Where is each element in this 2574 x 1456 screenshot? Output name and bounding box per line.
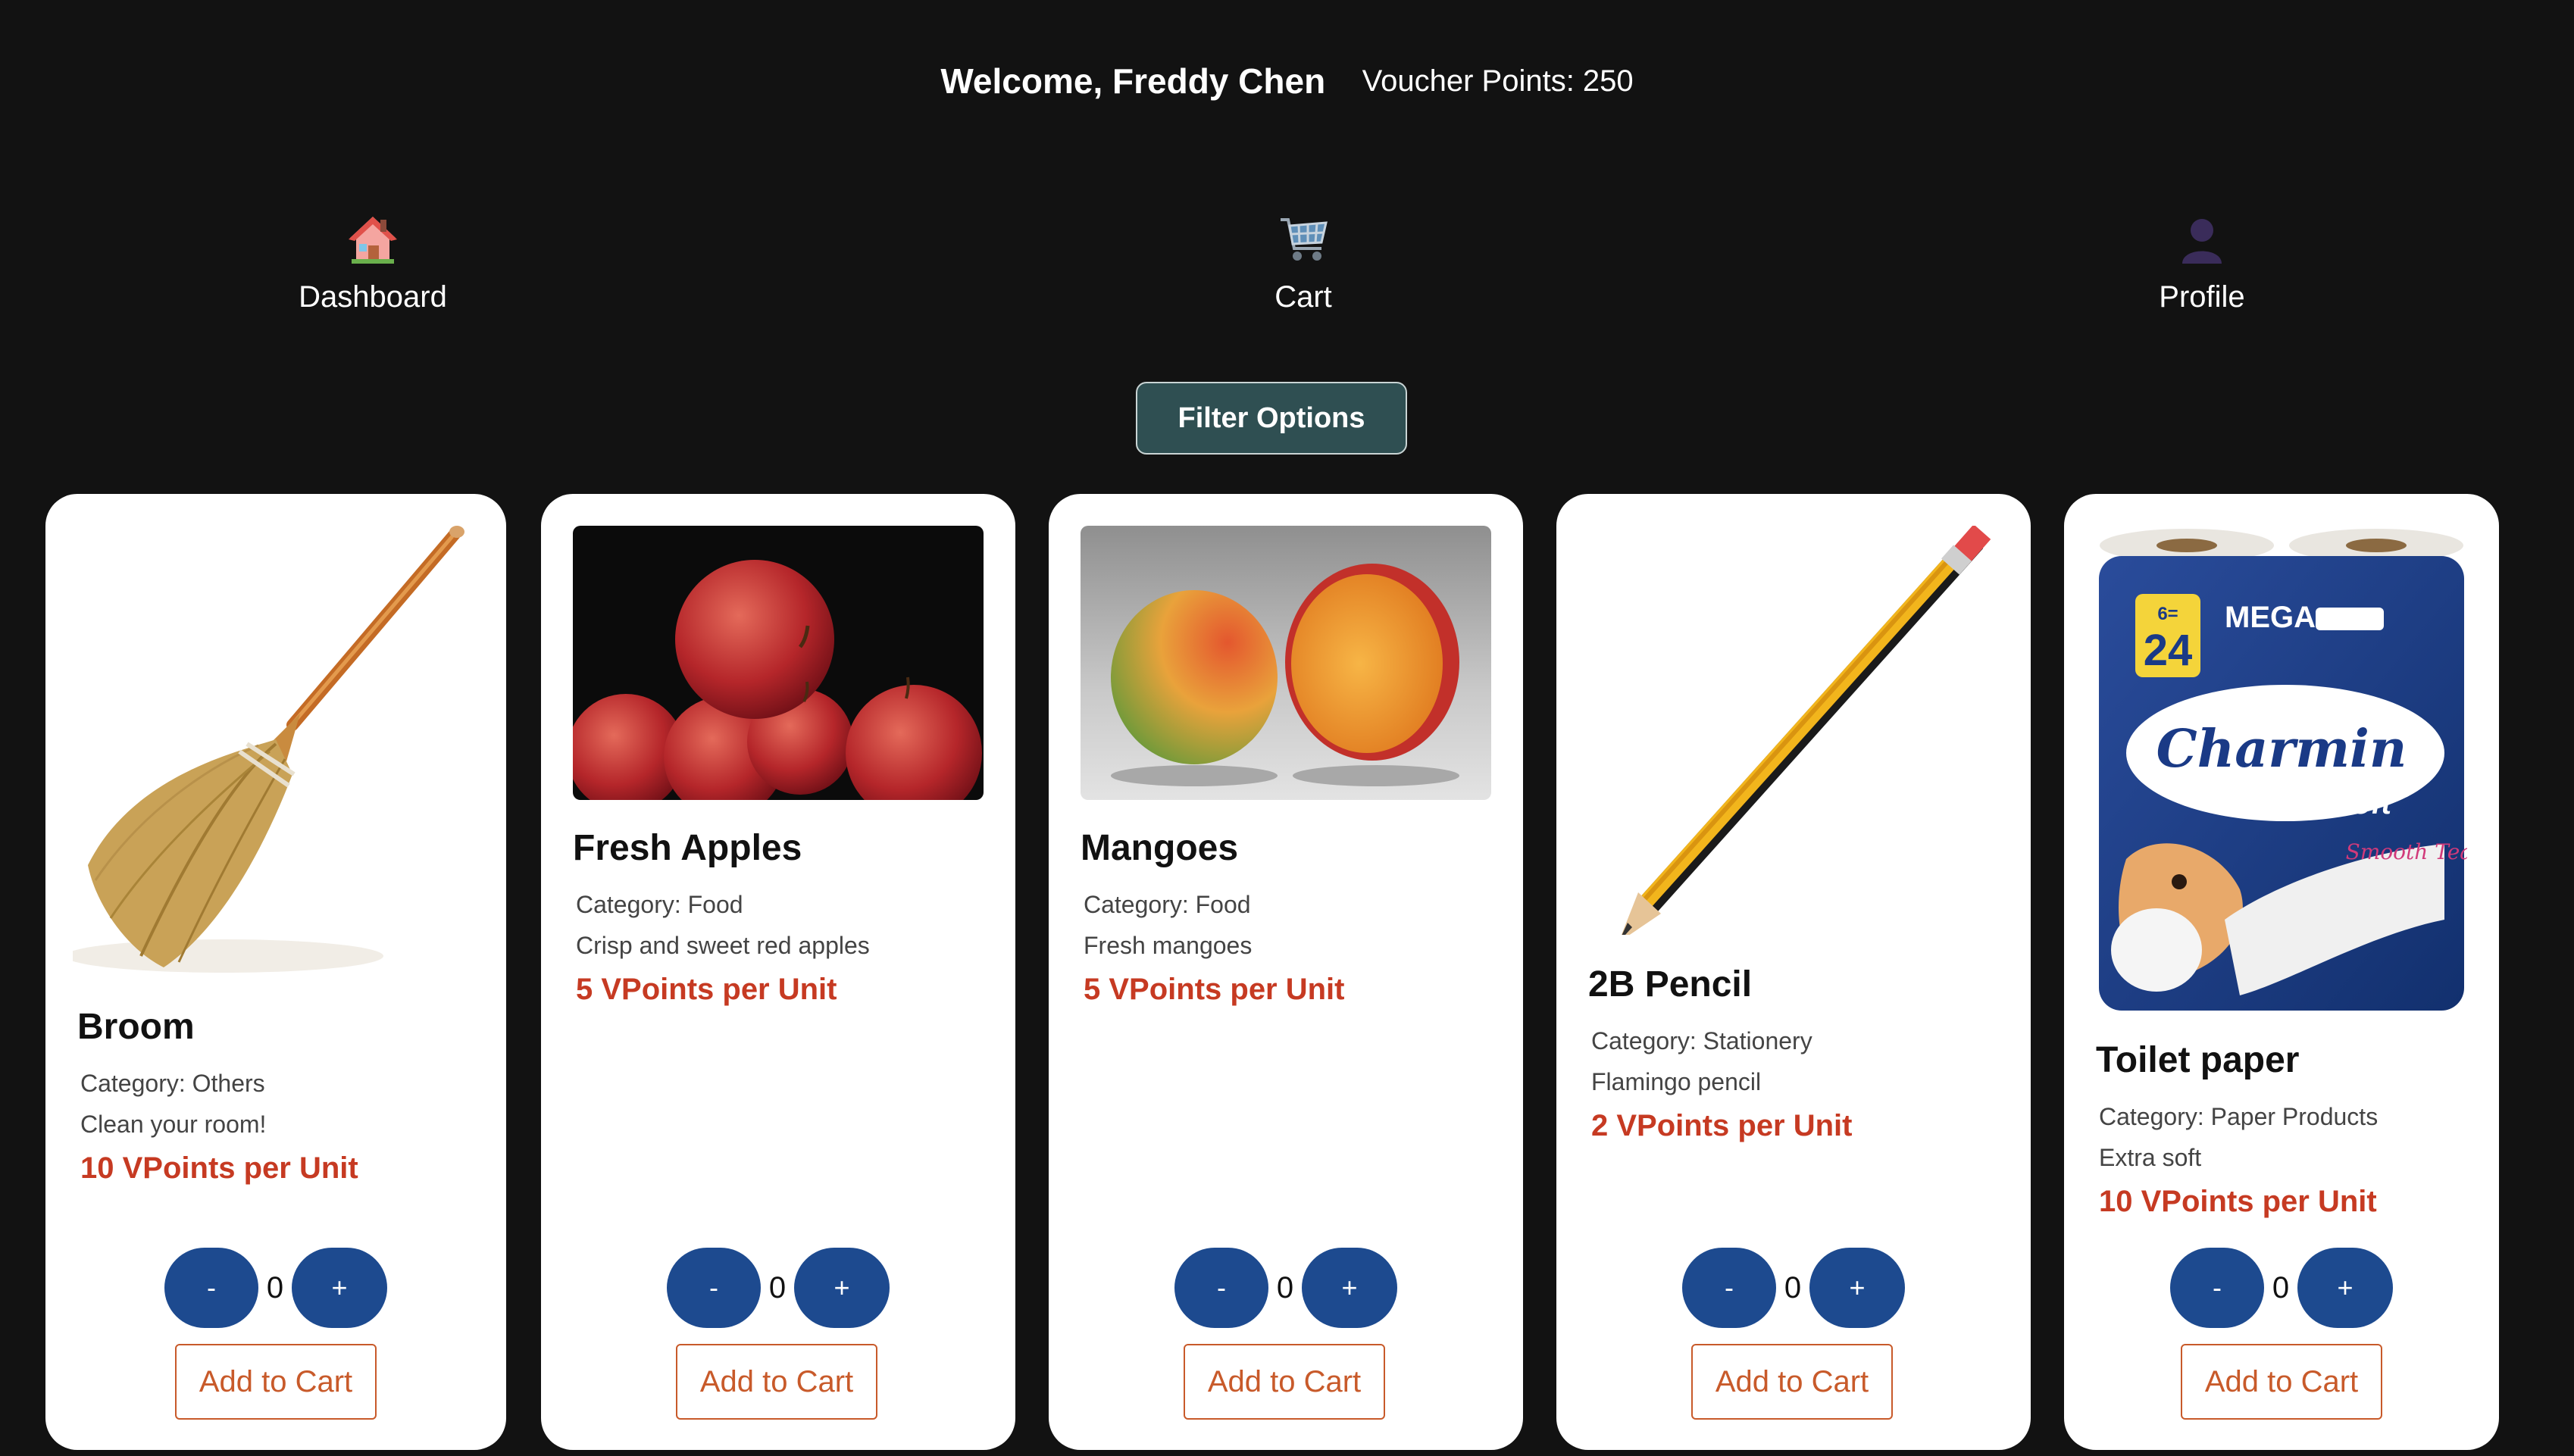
product-description: Fresh mangoes — [1084, 932, 1253, 959]
product-price: 5 VPoints per Unit — [576, 973, 837, 1006]
product-description: Clean your room! — [80, 1111, 267, 1138]
package-brand: Charmin — [2156, 719, 2407, 780]
quantity-value: 0 — [1784, 1270, 1802, 1304]
nav-cart[interactable]: Cart — [1152, 212, 1455, 314]
mangoes-image — [1081, 526, 1491, 800]
product-name: 2B Pencil — [1588, 964, 1753, 1005]
decrease-quantity-button[interactable]: - — [1682, 1248, 1776, 1328]
product-name: Mangoes — [1081, 828, 1239, 868]
nav-dashboard[interactable]: Dashboard — [221, 212, 524, 314]
package-count-number: 24 — [2144, 626, 2193, 675]
quantity-stepper: - 0 + — [1049, 1247, 1523, 1329]
header: Welcome, Freddy Chen Voucher Points: 250 — [0, 61, 2574, 102]
increase-quantity-button[interactable]: + — [2297, 1248, 2393, 1328]
product-price: 10 VPoints per Unit — [80, 1151, 358, 1185]
quantity-stepper: - 0 + — [45, 1247, 506, 1329]
product-price: 5 VPoints per Unit — [1084, 973, 1345, 1006]
product-category: Category: Paper Products — [2099, 1103, 2379, 1130]
shopping-cart-icon — [1281, 218, 1328, 261]
product-category: Category: Others — [80, 1070, 265, 1097]
package-tag: Smooth Tear — [2346, 839, 2467, 864]
product-card-mangoes: Mangoes Category: Food Fresh mangoes 5 V… — [1049, 494, 1523, 1450]
quantity-value: 0 — [2272, 1270, 2290, 1304]
increase-quantity-button[interactable]: + — [794, 1248, 890, 1328]
add-to-cart-button[interactable]: Add to Cart — [2181, 1344, 2382, 1420]
product-card-fresh-apples: Fresh Apples Category: Food Crisp and sw… — [541, 494, 1015, 1450]
product-name: Toilet paper — [2096, 1040, 2300, 1080]
decrease-quantity-button[interactable]: - — [164, 1248, 258, 1328]
quantity-stepper: - 0 + — [541, 1247, 1015, 1329]
add-to-cart-button[interactable]: Add to Cart — [676, 1344, 877, 1420]
package-size-label: MEGA — [2225, 601, 2316, 634]
product-description: Flamingo pencil — [1591, 1068, 1762, 1095]
decrease-quantity-button[interactable]: - — [1174, 1248, 1268, 1328]
product-price: 10 VPoints per Unit — [2099, 1185, 2377, 1218]
quantity-stepper: - 0 + — [2064, 1247, 2499, 1329]
increase-quantity-button[interactable]: + — [1809, 1248, 1905, 1328]
person-silhouette-icon — [2182, 219, 2222, 264]
nav-profile[interactable]: Profile — [2050, 212, 2354, 314]
product-description: Extra soft — [2099, 1144, 2202, 1171]
product-category: Category: Food — [576, 891, 743, 918]
product-name: Fresh Apples — [573, 828, 802, 868]
product-name: Broom — [77, 1007, 195, 1047]
filter-options-button[interactable]: Filter Options — [1136, 382, 1407, 455]
apples-image — [573, 526, 984, 800]
package-count-label: 6= — [2157, 604, 2178, 624]
nav-label-cart: Cart — [1274, 280, 1332, 314]
welcome-message: Welcome, Freddy Chen — [940, 61, 1326, 101]
add-to-cart-button[interactable]: Add to Cart — [1691, 1344, 1893, 1420]
quantity-value: 0 — [768, 1270, 787, 1304]
decrease-quantity-button[interactable]: - — [667, 1248, 761, 1328]
nav-label-profile: Profile — [2159, 280, 2245, 314]
pencil-image — [1588, 526, 1999, 935]
package-line: Ultra Soft — [2255, 787, 2393, 820]
product-category: Category: Food — [1084, 891, 1251, 918]
product-category: Category: Stationery — [1591, 1027, 1812, 1055]
increase-quantity-button[interactable]: + — [292, 1248, 387, 1328]
increase-quantity-button[interactable]: + — [1302, 1248, 1397, 1328]
product-price: 2 VPoints per Unit — [1591, 1109, 1853, 1142]
house-icon — [349, 217, 397, 264]
decrease-quantity-button[interactable]: - — [2170, 1248, 2264, 1328]
broom-image — [73, 524, 483, 979]
product-description: Crisp and sweet red apples — [576, 932, 870, 959]
product-card-broom: Broom Category: Others Clean your room! … — [45, 494, 506, 1450]
quantity-stepper: - 0 + — [1556, 1247, 2031, 1329]
voucher-points: Voucher Points: 250 — [1362, 64, 1634, 98]
quantity-value: 0 — [1276, 1270, 1294, 1304]
product-card-toilet-paper: 6= 24 MEGA Charmin Ultra Soft Smooth Tea… — [2064, 494, 2499, 1450]
product-card-2b-pencil: 2B Pencil Category: Stationery Flamingo … — [1556, 494, 2031, 1450]
add-to-cart-button[interactable]: Add to Cart — [175, 1344, 377, 1420]
toilet-paper-image: 6= 24 MEGA Charmin Ultra Soft Smooth Tea… — [2096, 526, 2467, 1017]
add-to-cart-button[interactable]: Add to Cart — [1184, 1344, 1385, 1420]
quantity-value: 0 — [266, 1270, 284, 1304]
nav-label-dashboard: Dashboard — [299, 280, 447, 314]
